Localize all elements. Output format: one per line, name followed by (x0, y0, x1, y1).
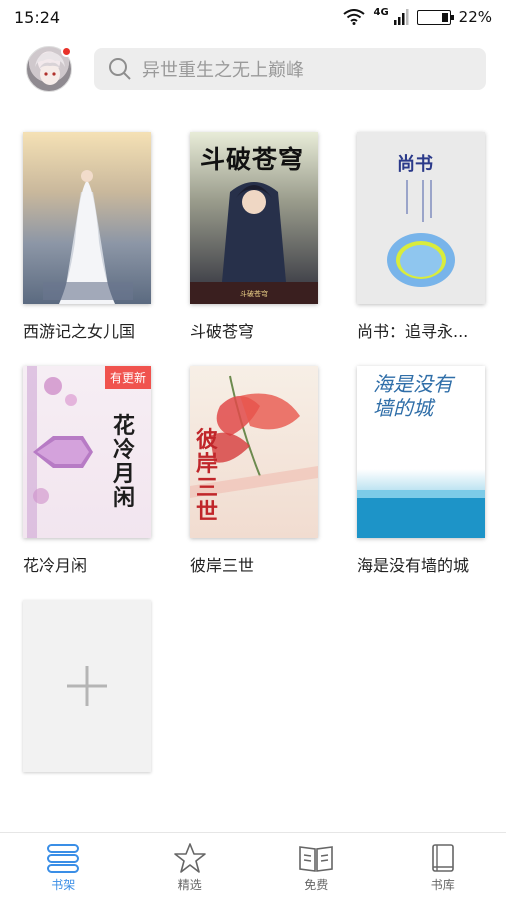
tab-label: 免费 (304, 878, 329, 892)
cover-art-circle (387, 180, 455, 287)
plus-icon (67, 666, 107, 706)
book-title: 斗破苍穹 (190, 322, 255, 341)
book-item[interactable]: 西游记之女儿国 (23, 132, 151, 342)
search-bar[interactable]: 异世重生之无上巅峰 (94, 48, 486, 90)
book-item[interactable]: 彼岸三世 彼岸三世 (190, 366, 318, 576)
tab-library[interactable]: 书库 (380, 833, 506, 900)
cover-art-bride (43, 170, 133, 304)
book-cover[interactable]: 尚书 (357, 132, 485, 304)
book-item[interactable]: 花冷月闲 有更新 花冷月闲 (23, 366, 151, 576)
book-cover[interactable] (23, 132, 151, 304)
battery-percent: 22% (458, 8, 492, 26)
tab-label: 书架 (51, 878, 76, 892)
star-icon (173, 843, 206, 873)
network-type: 4G (373, 6, 389, 18)
battery-icon (416, 9, 454, 25)
tab-label: 精选 (177, 878, 202, 892)
open-book-icon (299, 846, 334, 872)
status-time: 15:24 (14, 7, 61, 27)
signal-icon (393, 9, 409, 25)
book-cover[interactable]: 海是没有墙的城 (357, 366, 485, 538)
status-icons: 4G 22% (343, 6, 492, 26)
book-item[interactable]: 海是没有墙的城 海是没有墙的城 (357, 366, 485, 576)
tab-featured[interactable]: 精选 (127, 833, 254, 900)
cover-title: 花冷月闲 (113, 413, 136, 511)
bookshelf-icon (47, 844, 80, 873)
tab-label: 书库 (430, 878, 455, 892)
header: 异世重生之无上巅峰 (0, 44, 506, 96)
book-title: 尚书：追寻永... (357, 322, 469, 341)
notification-dot (61, 46, 72, 57)
status-bar: 15:24 4G 22% (0, 0, 506, 34)
tab-free[interactable]: 免费 (253, 833, 380, 900)
library-icon (431, 844, 454, 872)
tab-bookshelf[interactable]: 书架 (0, 833, 127, 900)
book-title: 西游记之女儿国 (23, 322, 136, 341)
search-placeholder: 异世重生之无上巅峰 (142, 60, 304, 81)
svg-text:斗破苍穹: 斗破苍穹 (240, 289, 268, 298)
add-book-button[interactable] (23, 600, 151, 772)
book-title: 彼岸三世 (190, 556, 255, 575)
cover-title: 斗破苍穹 (200, 145, 305, 174)
cover-title: 彼岸三世 (196, 427, 219, 525)
book-title: 海是没有墙的城 (357, 556, 470, 575)
cover-title: 海是没有墙的城 (373, 372, 453, 420)
search-icon (109, 58, 131, 80)
book-item[interactable]: 斗破苍穹 斗破苍穹 斗破苍穹 (190, 132, 318, 342)
book-cover[interactable]: 斗破苍穹 斗破苍穹 (190, 132, 318, 304)
wifi-icon (343, 9, 366, 25)
battery-fill (441, 12, 448, 22)
book-cover[interactable]: 彼岸三世 (190, 366, 318, 538)
update-badge: 有更新 (104, 366, 151, 389)
book-title: 花冷月闲 (23, 556, 88, 575)
book-cover[interactable]: 花冷月闲 有更新 (23, 366, 151, 538)
bottom-tab-bar: 书架 精选 免费 书库 (0, 832, 506, 900)
book-item[interactable]: 尚书 尚书：追寻永... (357, 132, 485, 342)
